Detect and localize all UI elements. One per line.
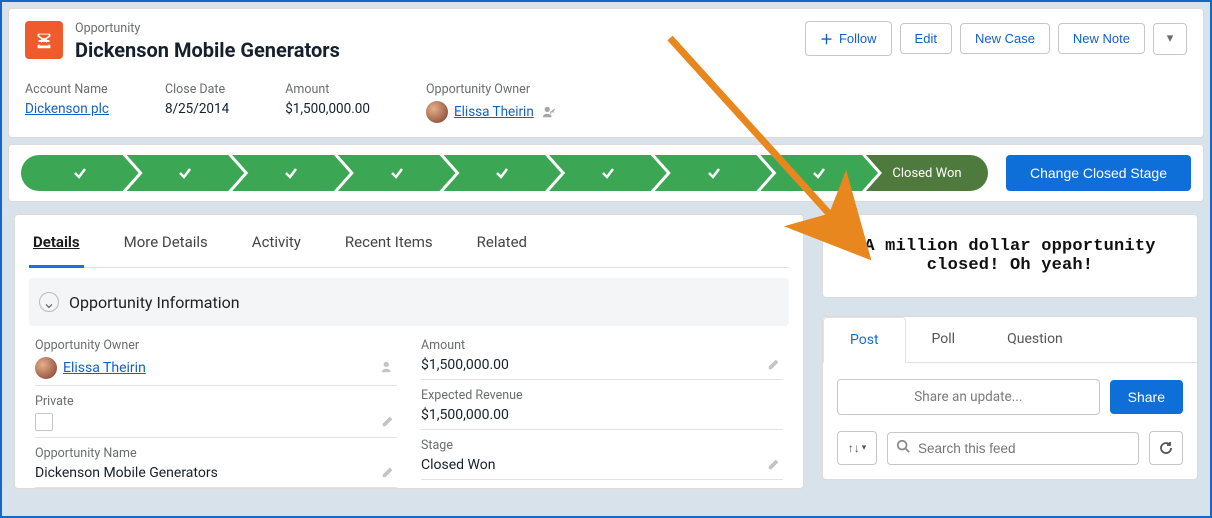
more-actions-button[interactable]: ▾ bbox=[1153, 23, 1187, 55]
stage-1[interactable] bbox=[21, 155, 139, 191]
new-case-button[interactable]: New Case bbox=[960, 23, 1050, 54]
record-header: Opportunity Dickenson Mobile Generators … bbox=[8, 8, 1204, 138]
chatter-panel: Post Poll Question Share an update... Sh… bbox=[822, 316, 1198, 480]
owner-label: Opportunity Owner bbox=[426, 82, 558, 97]
closed-message-card: A million dollar opportunity closed! Oh … bbox=[822, 214, 1198, 298]
highlights-panel: Account Name Dickenson plc Close Date 8/… bbox=[25, 82, 1187, 123]
plus-icon: ＋ bbox=[820, 29, 833, 48]
field-opp-name-value: Dickenson Mobile Generators bbox=[35, 465, 218, 481]
field-owner-link[interactable]: Elissa Theirin bbox=[63, 360, 146, 376]
close-date-value: 8/25/2014 bbox=[165, 101, 229, 117]
field-stage-label: Stage bbox=[421, 438, 783, 453]
field-private-label: Private bbox=[35, 394, 397, 409]
stage-2[interactable] bbox=[127, 155, 245, 191]
field-exp-rev-value: $1,500,000.00 bbox=[421, 407, 509, 423]
new-note-button[interactable]: New Note bbox=[1058, 23, 1145, 54]
account-name-link[interactable]: Dickenson plc bbox=[25, 101, 109, 117]
change-stage-button[interactable]: Change Closed Stage bbox=[1006, 155, 1191, 191]
edit-exp-rev-icon[interactable] bbox=[767, 407, 783, 423]
sales-path: Closed Won Change Closed Stage bbox=[8, 144, 1204, 202]
opportunity-icon bbox=[25, 21, 63, 59]
chevron-down-icon: ⌄ bbox=[39, 292, 59, 312]
tab-related[interactable]: Related bbox=[473, 215, 531, 267]
edit-amount-icon[interactable] bbox=[767, 357, 783, 373]
avatar bbox=[426, 101, 448, 123]
field-amount-value: $1,500,000.00 bbox=[421, 357, 509, 373]
share-update-input[interactable]: Share an update... bbox=[837, 379, 1100, 415]
check-icon bbox=[600, 165, 616, 181]
stage-5[interactable] bbox=[444, 155, 562, 191]
edit-opp-name-icon[interactable] bbox=[381, 465, 397, 481]
amount-value: $1,500,000.00 bbox=[285, 101, 370, 117]
tab-recent-items[interactable]: Recent Items bbox=[341, 215, 437, 267]
edit-private-icon[interactable] bbox=[381, 414, 397, 430]
page-title: Dickenson Mobile Generators bbox=[75, 38, 340, 62]
account-name-label: Account Name bbox=[25, 82, 109, 97]
feed-tab-question[interactable]: Question bbox=[981, 317, 1089, 363]
stage-8[interactable] bbox=[760, 155, 878, 191]
close-date-label: Close Date bbox=[165, 82, 229, 97]
check-icon bbox=[389, 165, 405, 181]
owner-link[interactable]: Elissa Theirin bbox=[454, 104, 534, 120]
record-tabs: Details More Details Activity Recent Ite… bbox=[29, 215, 789, 268]
feed-search-input[interactable] bbox=[887, 432, 1139, 465]
field-amount-label: Amount bbox=[421, 338, 783, 353]
edit-stage-icon[interactable] bbox=[767, 457, 783, 473]
change-owner-icon[interactable] bbox=[381, 360, 397, 376]
check-icon bbox=[72, 165, 88, 181]
sort-icon: ↑↓ bbox=[848, 441, 860, 455]
change-owner-icon[interactable] bbox=[540, 103, 558, 121]
stage-6[interactable] bbox=[549, 155, 667, 191]
check-icon bbox=[177, 165, 193, 181]
feed-tab-post[interactable]: Post bbox=[823, 317, 906, 363]
check-icon bbox=[706, 165, 722, 181]
caret-down-icon: ▾ bbox=[862, 443, 867, 453]
check-icon bbox=[283, 165, 299, 181]
section-opportunity-info[interactable]: ⌄ Opportunity Information bbox=[29, 278, 789, 326]
stage-4[interactable] bbox=[338, 155, 456, 191]
feed-sort-button[interactable]: ↑↓ ▾ bbox=[837, 431, 877, 465]
stage-closed-won[interactable]: Closed Won bbox=[866, 155, 988, 191]
follow-button[interactable]: ＋ Follow bbox=[805, 21, 892, 56]
amount-label: Amount bbox=[285, 82, 370, 97]
feed-refresh-button[interactable] bbox=[1149, 431, 1183, 465]
check-icon bbox=[494, 165, 510, 181]
check-icon bbox=[811, 165, 827, 181]
closed-message-text: A million dollar opportunity closed! Oh … bbox=[864, 237, 1155, 275]
header-actions: ＋ Follow Edit New Case New Note ▾ bbox=[805, 21, 1187, 56]
avatar bbox=[35, 357, 57, 379]
tab-activity[interactable]: Activity bbox=[248, 215, 305, 267]
field-opp-name-label: Opportunity Name bbox=[35, 446, 397, 461]
stage-7[interactable] bbox=[655, 155, 773, 191]
edit-button[interactable]: Edit bbox=[900, 23, 952, 54]
tab-more-details[interactable]: More Details bbox=[120, 215, 212, 267]
private-checkbox bbox=[35, 413, 53, 431]
share-button[interactable]: Share bbox=[1110, 380, 1183, 414]
record-body: Details More Details Activity Recent Ite… bbox=[14, 214, 804, 489]
caret-down-icon: ▾ bbox=[1167, 31, 1174, 46]
tab-details[interactable]: Details bbox=[29, 215, 84, 267]
search-icon bbox=[896, 439, 910, 457]
stage-3[interactable] bbox=[232, 155, 350, 191]
field-exp-rev-label: Expected Revenue bbox=[421, 388, 783, 403]
field-owner-label: Opportunity Owner bbox=[35, 338, 397, 353]
feed-tab-poll[interactable]: Poll bbox=[906, 317, 982, 363]
object-label: Opportunity bbox=[75, 21, 340, 36]
field-stage-value: Closed Won bbox=[421, 457, 495, 473]
